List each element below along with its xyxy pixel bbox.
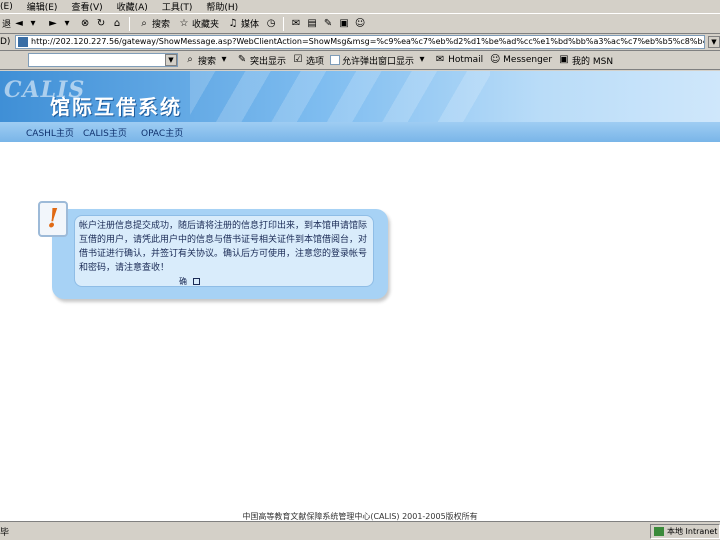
menu-bar: (E) 编辑(E) 查看(V) 收藏(A) 工具(T) 帮助(H) — [0, 0, 720, 13]
message-text: 帐户注册信息提交成功，随后请将注册的信息打印出来，到本馆申请馆际互借的用户，请凭… — [79, 221, 368, 273]
msn-icon: ▣ — [559, 54, 569, 65]
history-icon[interactable]: ◷ — [265, 18, 277, 30]
menu-tools[interactable]: 工具(T) — [162, 0, 193, 13]
options-icon: ☑ — [293, 54, 303, 65]
hotmail-icon: ✉ — [435, 54, 445, 65]
search-icon: ⌕ — [141, 17, 147, 29]
edit-icon[interactable]: ✎ — [322, 18, 334, 30]
confirm-label: 确 — [179, 277, 187, 286]
hotmail-label: Hotmail — [448, 55, 484, 65]
back-button-label: 退 — [2, 20, 12, 30]
my-msn-label: 我的 MSN — [572, 56, 614, 67]
links-toolbar: ▼ ⌕ 搜索 ▾ ✎ 突出显示 ☑ 选项 允许弹出窗口显示 ▾ ✉ Hotmai… — [0, 51, 720, 70]
status-bar: 毕 本地 Intranet — [0, 521, 720, 540]
mail-icon[interactable]: ✉ — [290, 18, 302, 30]
home-icon[interactable]: ⌂ — [111, 18, 123, 30]
system-title: 馆际互借系统 — [50, 95, 182, 119]
media-button[interactable]: ♫ 媒体 — [225, 16, 261, 32]
search-icon: ⌕ — [187, 54, 193, 65]
zone-label: 本地 Intranet — [667, 526, 718, 536]
menu-file[interactable]: (E) — [0, 2, 13, 12]
options-button[interactable]: ☑ 选项 — [292, 54, 325, 67]
hotmail-link[interactable]: ✉ Hotmail — [434, 54, 483, 66]
messenger-icon[interactable]: ☺ — [354, 18, 366, 30]
media-icon: ♫ — [228, 17, 238, 29]
popup-allow-label: 允许弹出窗口显示 — [342, 56, 415, 67]
status-text: 毕 — [0, 527, 10, 538]
refresh-icon[interactable]: ↻ — [95, 18, 107, 30]
nav-calis-home[interactable]: CALIS主页 — [83, 126, 127, 139]
messenger-link[interactable]: ☺ Messenger — [489, 54, 552, 66]
intranet-icon — [654, 526, 664, 536]
forward-button[interactable]: ► ▾ — [45, 16, 75, 32]
chevron-down-icon: ▾ — [30, 17, 36, 29]
print-icon[interactable]: ▤ — [306, 18, 318, 30]
media-button-label: 媒体 — [241, 20, 260, 30]
standard-toolbar: 退 ◄ ▾ ► ▾ ⊗ ↻ ⌂ ⌕ 搜索 ☆ 收藏夹 ♫ 媒体 ◷ ✉ ▤ ✎ … — [0, 13, 720, 34]
highlighter-icon: ✎ — [237, 54, 247, 65]
message-panel: 帐户注册信息提交成功，随后请将注册的信息打印出来，到本馆申请馆际互借的用户，请凭… — [74, 215, 374, 287]
forward-arrow-icon: ► — [49, 17, 57, 29]
checkbox-icon — [330, 55, 341, 65]
search-button[interactable]: ⌕ 搜索 — [136, 16, 172, 32]
search-button-label: 搜索 — [152, 20, 171, 30]
back-button[interactable]: 退 ◄ ▾ — [0, 16, 41, 32]
favorites-button-label: 收藏夹 — [192, 20, 220, 30]
links-search-label: 搜索 — [198, 56, 217, 67]
toolbar-separator — [283, 16, 285, 31]
confirm-button[interactable]: 确 — [179, 276, 200, 287]
chevron-down-icon: ▾ — [221, 54, 227, 65]
chevron-down-icon[interactable]: ▼ — [165, 54, 177, 66]
banner-decoration — [190, 71, 490, 122]
page-icon — [18, 37, 28, 47]
browser-window: (E) 编辑(E) 查看(V) 收藏(A) 工具(T) 帮助(H) 退 ◄ ▾ … — [0, 0, 720, 540]
security-zone: 本地 Intranet — [650, 523, 720, 539]
address-dropdown-icon[interactable]: ▼ — [708, 36, 720, 48]
highlight-button[interactable]: ✎ 突出显示 — [236, 54, 286, 67]
links-search-button[interactable]: ⌕ 搜索 ▾ — [184, 54, 230, 67]
address-url: http://202.120.227.56/gateway/ShowMessag… — [31, 37, 704, 46]
message-box: ! 帐户注册信息提交成功，随后请将注册的信息打印出来，到本馆申请馆际互借的用户，… — [38, 201, 388, 299]
warning-icon: ! — [38, 201, 68, 237]
popup-allow-checkbox[interactable]: 允许弹出窗口显示 ▾ — [330, 54, 428, 67]
nav-opac-home[interactable]: OPAC主页 — [141, 126, 183, 139]
highlight-label: 突出显示 — [250, 56, 287, 67]
toolbar-search-input[interactable]: ▼ — [28, 53, 178, 67]
stop-icon[interactable]: ⊗ — [79, 18, 91, 30]
address-input[interactable]: http://202.120.227.56/gateway/ShowMessag… — [15, 35, 705, 49]
chevron-down-icon: ▾ — [64, 17, 70, 29]
nav-bar: CASHL主页 CALIS主页 OPAC主页 — [0, 122, 720, 142]
back-arrow-icon: ◄ — [15, 17, 23, 29]
menu-help[interactable]: 帮助(H) — [206, 0, 238, 13]
discuss-icon[interactable]: ▣ — [338, 18, 350, 30]
address-bar: D) http://202.120.227.56/gateway/ShowMes… — [0, 34, 720, 51]
confirm-box-icon — [193, 278, 200, 285]
menu-edit[interactable]: 编辑(E) — [27, 0, 58, 13]
messenger-icon: ☺ — [489, 54, 501, 65]
address-label: D) — [0, 37, 11, 47]
messenger-label: Messenger — [503, 55, 553, 65]
page-content: CALIS 馆际互借系统 CASHL主页 CALIS主页 OPAC主页 ! 帐户… — [0, 71, 720, 521]
site-banner: CALIS 馆际互借系统 — [0, 71, 720, 122]
toolbar-separator — [129, 16, 131, 31]
menu-favorites[interactable]: 收藏(A) — [117, 0, 148, 13]
menu-view[interactable]: 查看(V) — [71, 0, 102, 13]
favorites-button[interactable]: ☆ 收藏夹 — [176, 16, 221, 32]
star-icon: ☆ — [179, 17, 189, 29]
options-label: 选项 — [306, 56, 325, 67]
copyright-footer: 中国高等教育文献保障系统管理中心(CALIS) 2001-2005版权所有 — [242, 512, 478, 521]
chevron-down-icon: ▾ — [419, 54, 425, 65]
nav-cashl-home[interactable]: CASHL主页 — [26, 126, 74, 139]
my-msn-link[interactable]: ▣ 我的 MSN — [558, 54, 613, 67]
